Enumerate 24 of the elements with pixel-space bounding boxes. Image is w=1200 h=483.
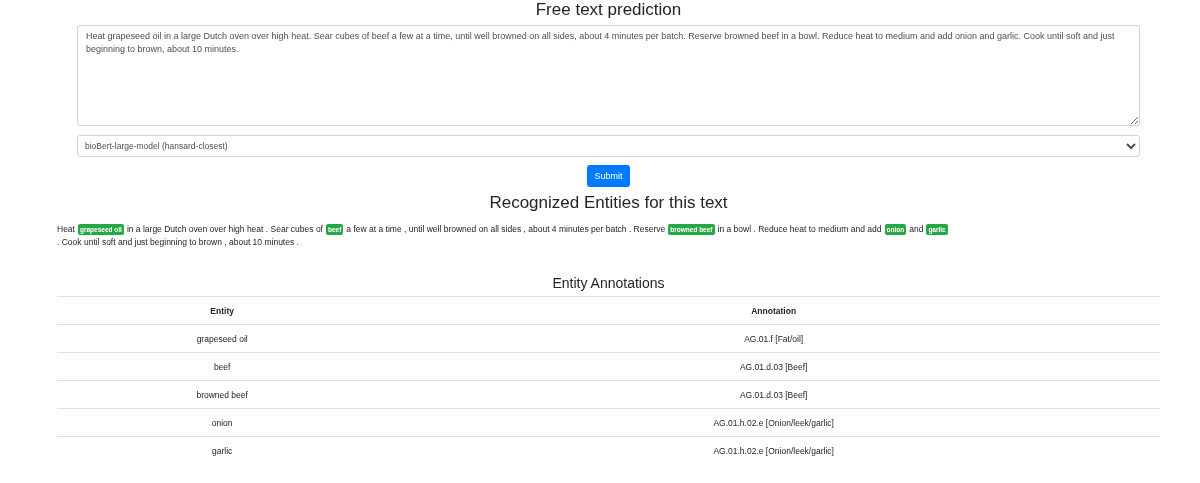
table-cell: grapeseed oil (57, 324, 388, 353)
table-cell: AG.01.h.02.e [Onion/leek/garlic] (387, 408, 1160, 437)
table-cell: beef (57, 352, 388, 381)
model-select[interactable]: bioBert-large-model (hansard-closest) (77, 135, 1140, 157)
annotated-text: . Cook until soft and just beginning to brown , about 10 minutes . (57, 236, 299, 249)
submit-button[interactable]: Submit (587, 165, 630, 187)
table-cell: garlic (57, 436, 388, 464)
text-input-field[interactable]: Heat grapeseed oil in a large Dutch oven over high heat. Sear cubes of beef a few at a time, until well browned on all sides, about 4 minutes per batch. Reserve browned beef in a bowl. Reduce heat to medium and add onion and garlic. Cook until soft and just beginning to brown, about 10 minutes. (77, 25, 1140, 126)
form-title: Free text prediction (534, 0, 683, 20)
column-header: Annotation (387, 296, 1160, 325)
column-header: Entity (57, 296, 388, 325)
table-cell: AG.01.d.03 [Beef] (387, 352, 1160, 381)
annotated-text: and (909, 223, 924, 236)
annotated-text: in a large Dutch oven over high heat . Sear cubes of (126, 223, 323, 236)
annotated-text: in a bowl . Reduce heat to medium and add (717, 223, 882, 236)
table-cell: onion (57, 408, 388, 437)
table-title: Entity Annotations (551, 275, 666, 291)
table-cell: AG.01.f [Fat/oil] (387, 324, 1160, 353)
table-cell: browned beef (57, 380, 388, 409)
section-title: Recognized Entities for this text (488, 193, 729, 213)
table-cell: AG.01.d.03 [Beef] (387, 380, 1160, 409)
table-cell: AG.01.h.02.e [Onion/leek/garlic] (387, 436, 1160, 464)
annotated-text: Heat (57, 223, 75, 236)
annotated-text: a few at a time , until well browned on all sides , about 4 minutes per batch . Reserve (346, 223, 666, 236)
